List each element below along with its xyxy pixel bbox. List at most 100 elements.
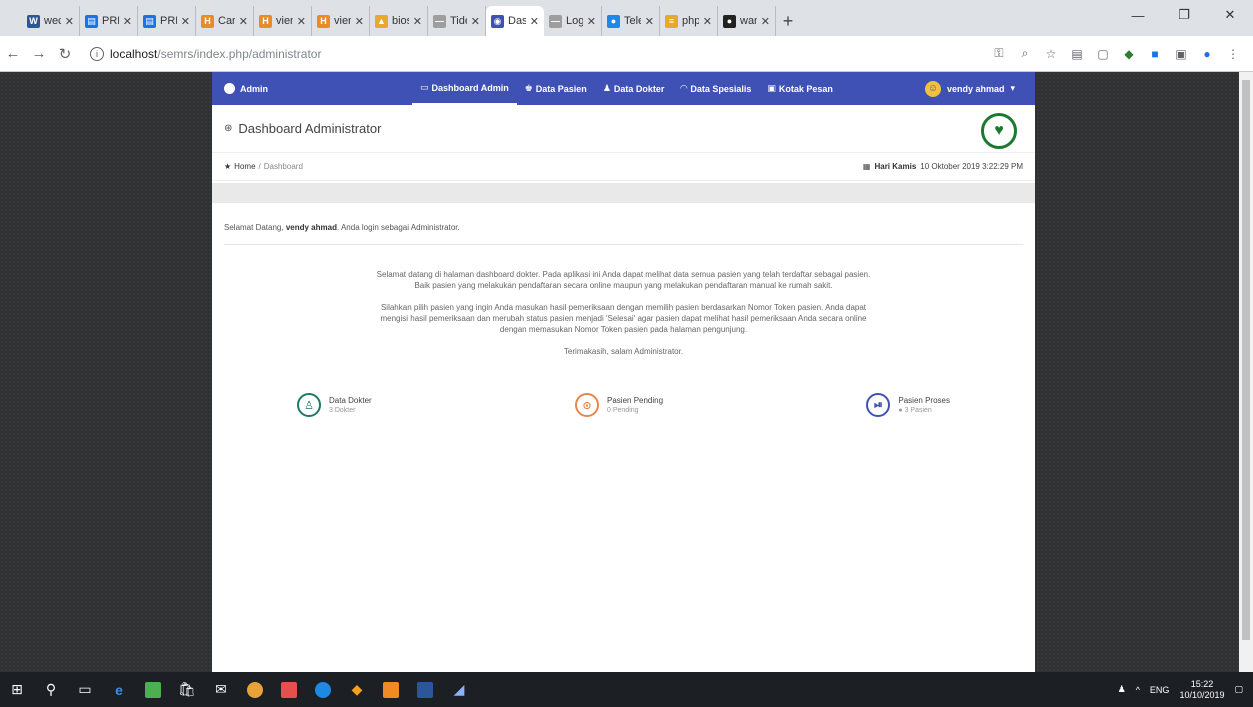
browser-tab[interactable]: ▤ PRE ✕ [80,6,138,36]
key-icon[interactable]: ⚿ [991,46,1007,61]
menu-icon[interactable]: ⋮ [1225,47,1241,61]
tab-close-icon[interactable]: ✕ [355,15,364,28]
page-header: ⊛ Dashboard Administrator ♥ [212,105,1035,153]
mail-icon[interactable]: ✉ [204,672,238,707]
tab-label: Tide [450,15,467,27]
brand-logo-icon [224,83,235,94]
browser-tab[interactable]: ≡ php ✕ [660,6,718,36]
browser-tab[interactable]: — Tide ✕ [428,6,486,36]
browser-tab[interactable]: Wwecg ✕ [22,6,80,36]
url-host: localhost [110,46,158,61]
zoom-icon[interactable]: ⌕ [1017,46,1033,61]
brand[interactable]: Admin [212,83,412,94]
new-tab-button[interactable]: + [776,6,800,36]
task-view-icon[interactable]: ▭ [68,672,102,707]
language-indicator[interactable]: ENG [1150,685,1170,695]
browser-tab[interactable]: ▲ bios ✕ [370,6,428,36]
store-icon[interactable]: 🛍 [170,672,204,707]
nav-item[interactable]: ♚ Data Pasien [517,72,595,105]
nav-item[interactable]: ♟ Data Dokter [595,72,673,105]
extension-icon[interactable]: ▤ [1069,47,1085,61]
extension-icon[interactable]: ◆ [1121,47,1137,61]
clock[interactable]: 15:22 10/10/2019 [1179,679,1224,701]
tab-close-icon[interactable]: ✕ [761,15,770,28]
tab-close-icon[interactable]: ✕ [239,15,248,28]
extension-icon[interactable]: ▢ [1095,47,1111,61]
browser-tab[interactable]: — Log ✕ [544,6,602,36]
extension-icon[interactable]: ▣ [1173,47,1189,61]
git-icon[interactable]: ◆ [340,672,374,707]
nav-item-label: Data Pasien [535,83,587,94]
stat-title: Data Dokter [329,396,372,405]
nav-item[interactable]: ▣ Kotak Pesan [759,72,841,105]
app-icon[interactable] [272,672,306,707]
tab-close-icon[interactable]: ✕ [65,15,74,28]
back-icon[interactable]: ← [0,45,26,62]
tab-close-icon[interactable]: ✕ [645,15,654,28]
brand-label: Admin [240,83,268,94]
browser-tab[interactable]: ● Tele ✕ [602,6,660,36]
tab-close-icon[interactable]: ✕ [530,15,539,28]
minimize-icon[interactable]: — [1115,0,1161,30]
scrollbar[interactable] [1239,72,1253,672]
scrollbar-thumb[interactable] [1242,80,1250,640]
breadcrumb-current: Dashboard [263,162,303,171]
restore-icon[interactable]: ❐ [1161,0,1207,30]
breadcrumb-home[interactable]: Home [234,162,255,171]
app-icon[interactable] [136,672,170,707]
app-icon[interactable]: ◢ [442,672,476,707]
edge-icon[interactable]: e [102,672,136,707]
browser-tab[interactable]: Hvien ✕ [312,6,370,36]
people-icon[interactable]: ♟ [1118,684,1126,695]
stat-card[interactable]: ⊙ Pasien Pending 0 Pending [575,393,663,417]
chevron-up-icon[interactable]: ^ [1136,685,1140,695]
notification-icon[interactable]: ▢ [1234,684,1243,695]
sublime-icon[interactable] [374,672,408,707]
user-menu[interactable]: ☺ vendy ahmad ▾ [924,80,1035,97]
paragraph: Silahkan pilih pasien yang ingin Anda ma… [380,303,867,334]
forward-icon[interactable]: → [26,45,52,62]
chrome-icon[interactable] [238,672,272,707]
stat-subtitle: 3 Dokter [329,407,356,414]
browser-tab[interactable]: ● wan ✕ [718,6,776,36]
extension-icons: ⚿ ⌕ ☆ ▤ ▢ ◆ ■ ▣ ● ⋮ [991,46,1253,61]
word-icon[interactable] [408,672,442,707]
browser-tab[interactable]: ◉ Das ✕ [486,6,544,36]
extension-icon[interactable]: ■ [1147,47,1163,61]
nav-item-icon: ♚ [524,83,533,93]
stat-card[interactable]: ♙ Data Dokter 3 Dokter [297,393,372,417]
url-input[interactable]: i localhost/semrs/index.php/administrato… [86,40,906,68]
app-icon[interactable] [306,672,340,707]
stat-subtitle: 0 Pending [607,407,639,414]
nav-item[interactable]: ◠ Data Spesialis [672,72,759,105]
tab-favicon-icon: ● [723,14,736,28]
search-icon[interactable]: ⚲ [34,672,68,707]
site-info-icon[interactable]: i [90,46,104,61]
nav-item-icon: ◠ [680,83,688,93]
tab-close-icon[interactable]: ✕ [181,15,190,28]
user-name: vendy ahmad [946,83,1005,94]
browser-tab[interactable]: Hvien ✕ [254,6,312,36]
nav-item-icon: ▭ [420,82,429,92]
close-window-icon[interactable]: ✕ [1207,0,1253,30]
tab-label: php [682,15,699,27]
tab-close-icon[interactable]: ✕ [297,15,306,28]
reload-icon[interactable]: ↻ [52,45,78,63]
profile-icon[interactable]: ● [1199,47,1215,61]
nav-item[interactable]: ▭ Dashboard Admin [412,72,517,105]
tab-label: Das [508,15,526,27]
tab-label: vien [276,15,293,27]
windows-start-icon[interactable]: ⊞ [0,672,34,707]
tab-close-icon[interactable]: ✕ [471,15,480,28]
tab-close-icon[interactable]: ✕ [587,15,596,28]
stat-card[interactable]: ⏯ Pasien Proses ● 3 Pasien [866,393,950,417]
browser-tab[interactable]: H Cart ✕ [196,6,254,36]
date-value: 10 Oktober 2019 3:22:29 PM [920,162,1023,171]
tab-close-icon[interactable]: ✕ [703,15,712,28]
tab-close-icon[interactable]: ✕ [413,15,422,28]
tab-close-icon[interactable]: ✕ [123,15,132,28]
tab-label: vien [334,15,351,27]
browser-tab[interactable]: ▤ PRE ✕ [138,6,196,36]
bookmark-star-icon[interactable]: ☆ [1043,47,1059,61]
dashboard-icon: ⊛ [224,123,233,134]
